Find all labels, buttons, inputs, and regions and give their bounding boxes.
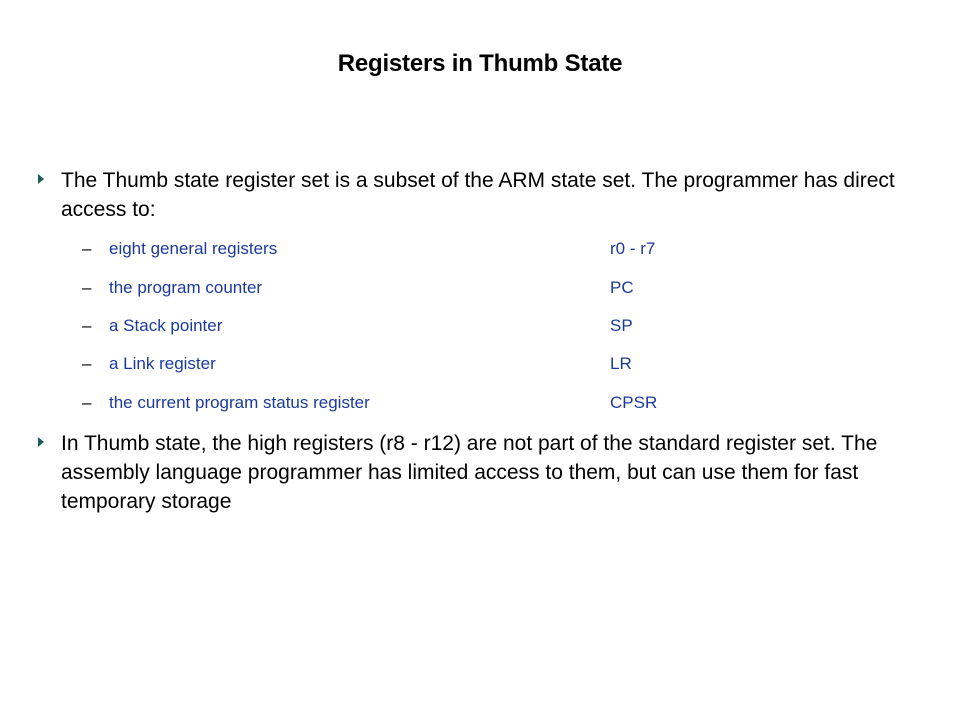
triangle-bullet-icon (38, 437, 44, 447)
sub-item-description: the program counter (109, 278, 263, 297)
sub-item-description: a Link register (109, 354, 216, 373)
bullet-item: In Thumb state, the high registers (r8 -… (38, 429, 928, 516)
dash-bullet-icon: – (82, 239, 92, 258)
dash-bullet-icon: – (82, 278, 92, 297)
sub-item-register: CPSR (610, 393, 658, 412)
sub-item-description: eight general registers (109, 239, 278, 258)
dash-bullet-icon: – (82, 316, 92, 335)
sub-item-description: a Stack pointer (109, 316, 223, 335)
dash-bullet-icon: – (82, 354, 92, 373)
bullet-text: The Thumb state register set is a subset… (61, 169, 895, 221)
sub-item-description: the current program status register (109, 393, 370, 412)
dash-bullet-icon: – (82, 393, 92, 412)
sub-item-register: SP (610, 316, 633, 335)
bullet-text: In Thumb state, the high registers (r8 -… (61, 432, 878, 513)
sub-item-register: LR (610, 354, 632, 373)
sub-item-register: r0 - r7 (610, 239, 656, 258)
triangle-bullet-icon (38, 174, 44, 184)
bullet-item: The Thumb state register set is a subset… (38, 166, 928, 224)
slide-title: Registers in Thumb State (337, 50, 623, 77)
sub-item-register: PC (610, 278, 634, 297)
